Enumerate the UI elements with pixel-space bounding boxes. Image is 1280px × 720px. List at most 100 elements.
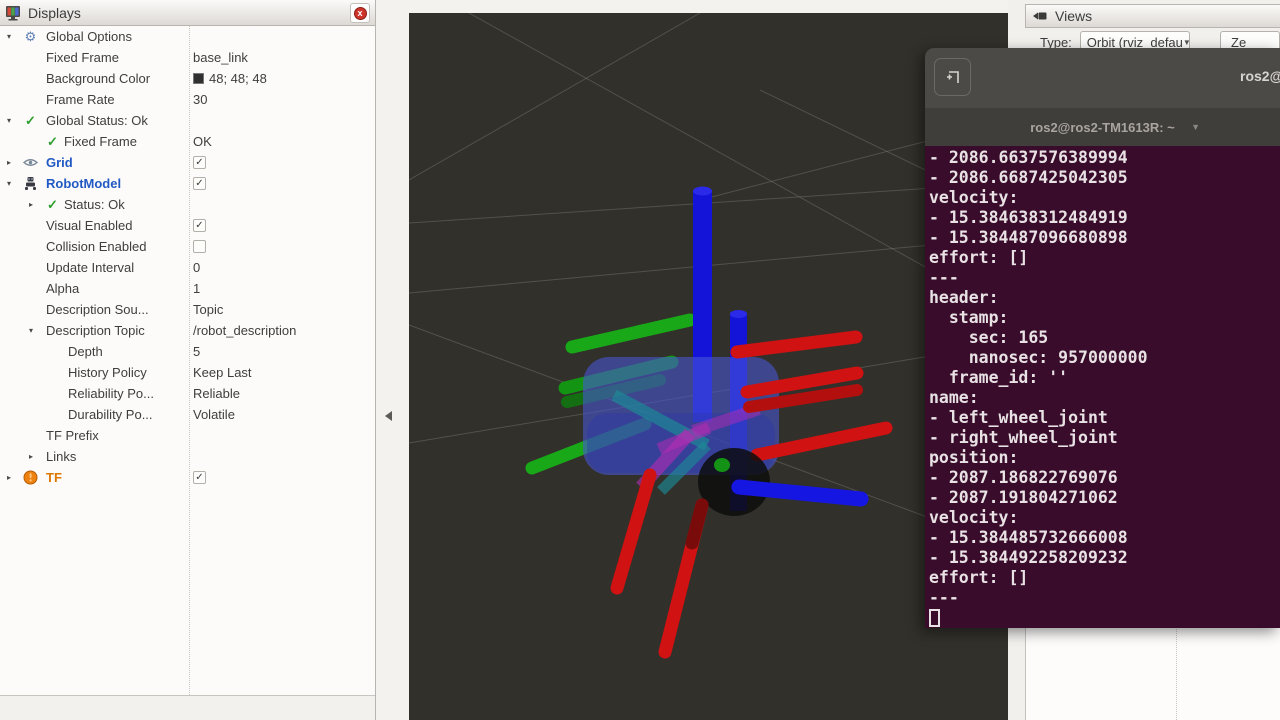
- property-value[interactable]: ✓: [193, 152, 206, 173]
- new-tab-button[interactable]: [934, 58, 971, 96]
- views-panel-header[interactable]: Views: [1025, 4, 1280, 28]
- property-label: Reliability Po...: [68, 383, 154, 404]
- property-value[interactable]: OK: [193, 131, 212, 152]
- tree-row[interactable]: ▸✓Status: Ok: [0, 194, 375, 215]
- property-value[interactable]: Volatile: [193, 404, 235, 425]
- property-value[interactable]: Keep Last: [193, 362, 252, 383]
- property-label: Description Sou...: [46, 299, 149, 320]
- tree-row[interactable]: ▾RobotModel✓: [0, 173, 375, 194]
- checkbox-unchecked[interactable]: [193, 240, 206, 253]
- tree-row[interactable]: Update Interval0: [0, 257, 375, 278]
- property-value[interactable]: 0: [193, 257, 200, 278]
- expander-right-icon[interactable]: ▸: [3, 467, 15, 488]
- checkbox-checked[interactable]: ✓: [193, 471, 206, 484]
- tree-row[interactable]: ▸ Grid ✓: [0, 152, 375, 173]
- displays-panel-header[interactable]: Displays x: [0, 0, 375, 26]
- property-label: TF: [46, 467, 62, 488]
- tree-row[interactable]: Alpha1: [0, 278, 375, 299]
- tree-row[interactable]: Depth5: [0, 341, 375, 362]
- property-value[interactable]: /robot_description: [193, 320, 296, 341]
- tree-row[interactable]: ✓Fixed FrameOK: [0, 131, 375, 152]
- terminal-line: name:: [929, 388, 1280, 408]
- tree-row[interactable]: ▾✓Global Status: Ok: [0, 110, 375, 131]
- expander-down-icon[interactable]: ▾: [3, 26, 15, 47]
- tree-row[interactable]: ▸ TF ✓: [0, 467, 375, 488]
- checkbox-checked[interactable]: ✓: [193, 156, 206, 169]
- expander-down-icon[interactable]: ▾: [25, 320, 37, 341]
- terminal-tab[interactable]: ros2@ros2-TM1613R: ~: [1030, 120, 1175, 135]
- expander-right-icon[interactable]: ▸: [25, 446, 37, 467]
- tree-row[interactable]: ▾⚙Global Options: [0, 26, 375, 47]
- value-text: Keep Last: [193, 362, 252, 383]
- terminal-line: stamp:: [929, 308, 1280, 328]
- tree-row[interactable]: TF Prefix: [0, 425, 375, 446]
- tree-row[interactable]: ▸ Links: [0, 446, 375, 467]
- views-camera-icon: [1032, 9, 1048, 23]
- tree-row[interactable]: Reliability Po... Reliable: [0, 383, 375, 404]
- expander-right-icon[interactable]: ▸: [3, 152, 15, 173]
- row-icon-holder: [22, 154, 39, 171]
- tree-row[interactable]: Frame Rate30: [0, 89, 375, 110]
- property-value[interactable]: ✓: [193, 215, 206, 236]
- property-value[interactable]: base_link: [193, 47, 248, 68]
- tree-row[interactable]: Fixed Framebase_link: [0, 47, 375, 68]
- terminal-line: frame_id: '': [929, 368, 1280, 388]
- property-label: History Policy: [68, 362, 147, 383]
- property-label: Background Color: [46, 68, 150, 89]
- property-label: Grid: [46, 152, 73, 173]
- property-value[interactable]: [193, 236, 206, 257]
- property-value[interactable]: 1: [193, 278, 200, 299]
- tree-row[interactable]: Visual Enabled ✓: [0, 215, 375, 236]
- status-ok-check-icon: ✓: [25, 110, 36, 131]
- terminal-output[interactable]: - 2086.6637576389994- 2086.6687425042305…: [925, 146, 1280, 628]
- checkbox-checked[interactable]: ✓: [193, 219, 206, 232]
- terminal-line: sec: 165: [929, 328, 1280, 348]
- tree-row[interactable]: ▾Description Topic/robot_description: [0, 320, 375, 341]
- value-text: 48; 48; 48: [209, 68, 267, 89]
- tree-row[interactable]: Durability Po...Volatile: [0, 404, 375, 425]
- terminal-line: ---: [929, 588, 1280, 608]
- robot-model-icon: [23, 176, 38, 191]
- terminal-line: effort: []: [929, 248, 1280, 268]
- value-text: Reliable: [193, 383, 240, 404]
- tree-row[interactable]: Background Color 48; 48; 48: [0, 68, 375, 89]
- property-value[interactable]: Topic: [193, 299, 223, 320]
- property-label: Fixed Frame: [64, 131, 137, 152]
- terminal-line: - right_wheel_joint: [929, 428, 1280, 448]
- property-value[interactable]: 30: [193, 89, 207, 110]
- property-value[interactable]: ✓: [193, 467, 206, 488]
- checkbox-checked[interactable]: ✓: [193, 177, 206, 190]
- displays-tree: ▾⚙Global OptionsFixed Framebase_linkBack…: [0, 26, 375, 695]
- robot-model: [532, 187, 886, 653]
- expander-down-icon[interactable]: ▾: [3, 173, 15, 194]
- property-value[interactable]: 48; 48; 48: [193, 68, 267, 89]
- terminal-cursor-line: [929, 608, 1280, 628]
- property-label: Visual Enabled: [46, 215, 133, 236]
- row-icon-holder: ⚙: [22, 28, 39, 45]
- expander-right-icon[interactable]: ▸: [25, 194, 37, 215]
- row-icon-holder: ✓: [22, 112, 39, 129]
- 3d-viewport[interactable]: [409, 13, 1008, 720]
- terminal-titlebar[interactable]: ros2@: [925, 48, 1280, 108]
- tab-chevron-down-icon: ▼: [1191, 122, 1200, 132]
- terminal-line: - 15.384638312484919: [929, 208, 1280, 228]
- value-text: /robot_description: [193, 320, 296, 341]
- row-icon-holder: [22, 175, 39, 192]
- terminal-line: - 15.384487096680898: [929, 228, 1280, 248]
- tree-row[interactable]: History Policy Keep Last: [0, 362, 375, 383]
- value-text: 5: [193, 341, 200, 362]
- property-value[interactable]: Reliable: [193, 383, 240, 404]
- property-label: Links: [46, 446, 76, 467]
- panel-collapse-arrow-icon[interactable]: [385, 411, 392, 421]
- tree-row[interactable]: Description Sou... Topic: [0, 299, 375, 320]
- tree-row[interactable]: Collision Enabled: [0, 236, 375, 257]
- property-value[interactable]: ✓: [193, 173, 206, 194]
- displays-monitor-icon: [5, 5, 21, 21]
- expander-down-icon[interactable]: ▾: [3, 110, 15, 131]
- terminal-window-title: ros2@: [1240, 68, 1280, 84]
- terminal-line: nanosec: 957000000: [929, 348, 1280, 368]
- terminal-line: - 15.384485732666008: [929, 528, 1280, 548]
- displays-close-button[interactable]: x: [350, 3, 370, 23]
- property-value[interactable]: 5: [193, 341, 200, 362]
- terminal-line: ---: [929, 268, 1280, 288]
